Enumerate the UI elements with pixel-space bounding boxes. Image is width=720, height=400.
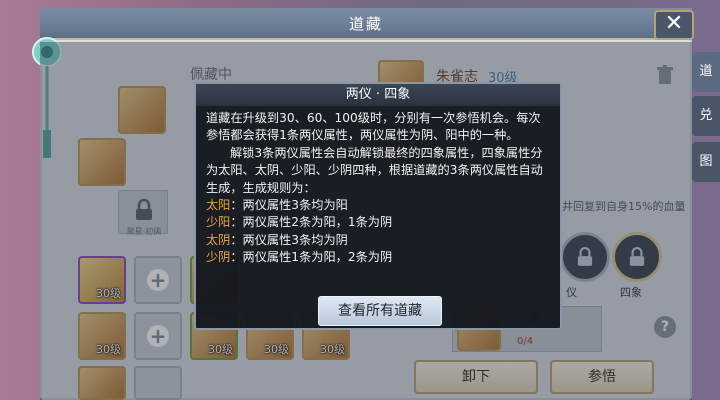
popup-body: 道藏在升级到30、60、100级时，分别有一次参悟机会。每次参悟都会获得1条两仪… xyxy=(206,110,552,267)
rule-text: ：两仪属性3条均为阴 xyxy=(230,232,348,247)
close-button[interactable]: ✕ xyxy=(654,10,694,40)
rule-text: ：两仪属性1条为阳，2条为阴 xyxy=(230,250,393,265)
rule-row: 少阳：两仪属性2条为阳，1条为阴 xyxy=(206,214,552,231)
rule-key: 少阴 xyxy=(206,250,231,265)
rule-row: 太阴：两仪属性3条均为阴 xyxy=(206,232,552,249)
view-all-button[interactable]: 查看所有道藏 xyxy=(318,296,442,326)
rule-key: 少阳 xyxy=(206,215,231,230)
popup-title: 两仪 · 四象 xyxy=(345,87,411,102)
rule-key: 太阳 xyxy=(206,198,231,213)
rule-row: 太阳：两仪属性3条均为阳 xyxy=(206,197,552,214)
rule-text: ：两仪属性2条为阳，1条为阴 xyxy=(230,215,393,230)
side-tab-dao[interactable]: 道 xyxy=(692,52,720,92)
title-bar: 道藏 xyxy=(40,8,692,40)
popup-paragraph-2: 解锁3条两仪属性会自动解锁最终的四象属性，四象属性分为太阳、太阴、少阳、少阴四种… xyxy=(206,145,543,195)
rule-key: 太阴 xyxy=(206,232,231,247)
side-tab-dui[interactable]: 兑 xyxy=(692,96,720,136)
popup-paragraph-1: 道藏在升级到30、60、100级时，分别有一次参悟机会。每次参悟都会获得1条两仪… xyxy=(206,111,541,143)
side-tab-tu[interactable]: 图 xyxy=(692,142,720,182)
window-title: 道藏 xyxy=(348,15,383,33)
rule-text: ：两仪属性3条均为阳 xyxy=(230,198,348,213)
rule-row: 少阴：两仪属性1条为阳，2条为阴 xyxy=(206,249,552,266)
